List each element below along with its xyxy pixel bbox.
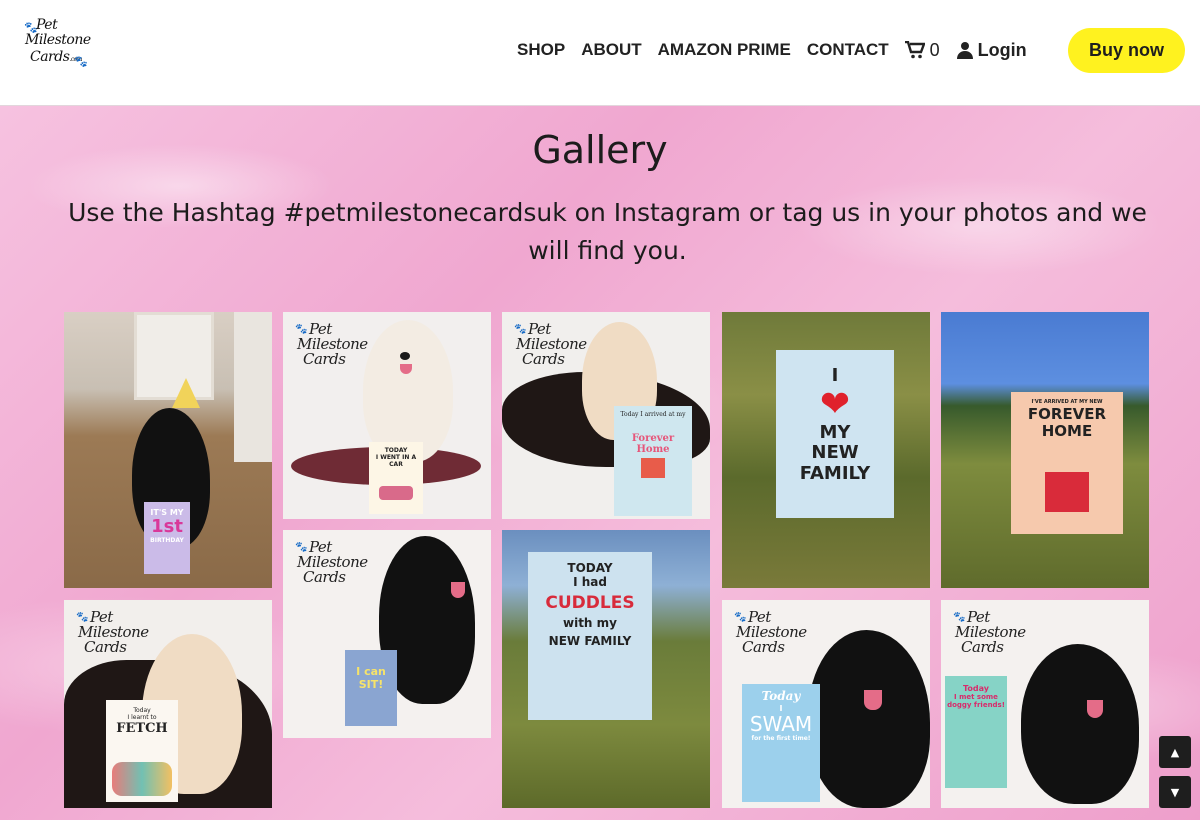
buy-now-button[interactable]: Buy now (1068, 28, 1185, 73)
gallery-photo-5[interactable]: I'VE ARRIVED AT MY NEW FOREVER HOME (941, 312, 1149, 588)
card-text-5: NEW FAMILY (548, 633, 632, 648)
card-text-2: I had (573, 574, 607, 589)
watermark-line-3: Cards (303, 350, 346, 368)
party-hat (172, 378, 200, 408)
house-icon (641, 458, 665, 478)
gallery-photo-3[interactable]: 🐾 Pet Milestone Cards Today I arrived at… (502, 312, 710, 519)
card-first-birthday: IT'S MY 1st BIRTHDAY (144, 502, 190, 574)
watermark-line-3: Cards (522, 350, 565, 368)
card-cuddles: TODAY I had CUDDLES with my NEW FAMILY (528, 552, 652, 720)
watermark-line-3: Cards (84, 638, 127, 656)
dog-tongue (864, 690, 882, 710)
card-text-1: TODAY (567, 561, 613, 575)
card-love-my-new-family: I ❤ MY NEW FAMILY (776, 350, 894, 518)
nav-contact[interactable]: CONTACT (807, 40, 889, 60)
paw-icon: 🐾 (514, 324, 526, 335)
card-text-4: with my (563, 616, 617, 631)
dog-tongue (451, 582, 465, 598)
chevron-down-icon: ▼ (1170, 785, 1180, 799)
main-nav: SHOP ABOUT AMAZON PRIME CONTACT 0 Login (517, 38, 1027, 62)
gallery-photo-8[interactable]: 🐾 Pet Milestone Cards Today I learnt to … (64, 600, 272, 808)
wall-shape (234, 312, 272, 462)
card-text-3: CUDDLES (545, 592, 635, 613)
logo-line-1: Pet (36, 17, 58, 33)
scroll-down-button[interactable]: ▼ (1159, 776, 1191, 808)
heart-icon: ❤ (819, 383, 851, 425)
card-text-1: I can (356, 665, 386, 678)
card-fetch: Today I learnt to FETCH (106, 700, 178, 802)
card-text-3: BIRTHDAY (150, 536, 184, 544)
watermark-logo: 🐾 Pet Milestone Cards (295, 540, 368, 586)
scroll-up-button[interactable]: ▲ (1159, 736, 1191, 768)
paw-icon: 🐾 (295, 324, 307, 335)
watermark-logo: 🐾 Pet Milestone Cards (514, 322, 587, 368)
card-text-2: I WENT IN A CAR (375, 453, 417, 468)
paw-icon: 🐾 (74, 55, 88, 68)
card-doggy-friends: Today I met some doggy friends! (945, 676, 1007, 788)
card-text-2: SIT! (358, 677, 384, 691)
card-text-1: Today (761, 689, 801, 703)
card-text-1: Today I arrived at my (620, 411, 686, 418)
gallery-photo-7[interactable]: TODAY I had CUDDLES with my NEW FAMILY (502, 530, 710, 808)
logo-line-3-text: Cards (30, 49, 70, 65)
dog-black (1021, 644, 1139, 804)
user-icon (956, 42, 973, 59)
page-subtitle: Use the Hashtag #petmilestonecardsuk on … (68, 198, 1147, 265)
gallery-photo-4[interactable]: I ❤ MY NEW FAMILY (722, 312, 930, 588)
card-text-1: Today (963, 684, 989, 693)
card-text-2: Forever Home (631, 432, 675, 456)
dog-nose (400, 352, 410, 360)
card-text-2: MY (819, 421, 851, 443)
card-text-4: for the first time! (751, 734, 811, 742)
gallery-photo-9[interactable]: 🐾 Pet Milestone Cards Today I SWAM for t… (722, 600, 930, 808)
house-heart-icon (1045, 472, 1089, 512)
gallery-photo-10[interactable]: 🐾 Pet Milestone Cards Today I met some d… (941, 600, 1149, 808)
car-drawing (379, 486, 413, 500)
login-label: Login (977, 39, 1027, 60)
card-text-3: SWAM (749, 711, 813, 736)
watermark-line-3: Cards (961, 638, 1004, 656)
gallery-photo-2[interactable]: 🐾 Pet Milestone Cards TODAY I WENT IN A … (283, 312, 491, 519)
card-text-2: I met some doggy friends! (947, 693, 1005, 710)
dog-white (363, 320, 453, 462)
nav-about[interactable]: ABOUT (581, 40, 641, 60)
paw-icon: 🐾 (734, 612, 746, 623)
shopping-cart-icon (904, 41, 925, 59)
card-text-2: 1st (151, 516, 183, 538)
paw-icon: 🐾 (295, 542, 307, 553)
dog-black (808, 630, 930, 808)
card-went-in-car: TODAY I WENT IN A CAR (369, 442, 423, 514)
card-text-3: NEW (811, 442, 859, 464)
logo-line-2: Milestone (25, 32, 91, 48)
watermark-logo: 🐾 Pet Milestone Cards (734, 610, 807, 656)
page-title: Gallery (532, 128, 668, 172)
gallery-photo-1[interactable]: IT'S MY 1st BIRTHDAY (64, 312, 272, 588)
card-text-4: FAMILY (799, 463, 871, 485)
card-forever-home-2: I'VE ARRIVED AT MY NEW FOREVER HOME (1011, 392, 1123, 534)
watermark-line-3: Cards (742, 638, 785, 656)
dog-tongue (1087, 700, 1103, 718)
gallery-photo-6[interactable]: 🐾 Pet Milestone Cards I can SIT! (283, 530, 491, 738)
watermark-logo: 🐾 Pet Milestone Cards (76, 610, 149, 656)
card-i-can-sit: I can SIT! (345, 650, 397, 726)
watermark-logo: 🐾 Pet Milestone Cards (295, 322, 368, 368)
cart-count: 0 (929, 39, 940, 60)
card-swam: Today I SWAM for the first time! (742, 684, 820, 802)
site-header: 🐾 Pet Milestone Cards.com 🐾 SHOP ABOUT A… (0, 0, 1200, 106)
login-link[interactable]: Login (956, 40, 1027, 61)
card-text-3: HOME (1041, 422, 1093, 440)
paw-icon: 🐾 (76, 612, 88, 623)
watermark-logo: 🐾 Pet Milestone Cards (953, 610, 1026, 656)
chevron-up-icon: ▲ (1170, 745, 1180, 759)
cart-link[interactable]: 0 (904, 39, 940, 61)
nav-shop[interactable]: SHOP (517, 40, 565, 60)
nav-amazon-prime[interactable]: AMAZON PRIME (658, 40, 791, 60)
card-forever-home: Today I arrived at my Forever Home (614, 406, 692, 516)
watermark-line-3: Cards (303, 568, 346, 586)
flower-decoration (112, 762, 172, 796)
site-logo[interactable]: 🐾 Pet Milestone Cards.com 🐾 (22, 18, 92, 74)
card-text-2: FOREVER (1027, 404, 1107, 423)
paw-icon: 🐾 (953, 612, 965, 623)
card-text-3: FETCH (116, 720, 168, 736)
